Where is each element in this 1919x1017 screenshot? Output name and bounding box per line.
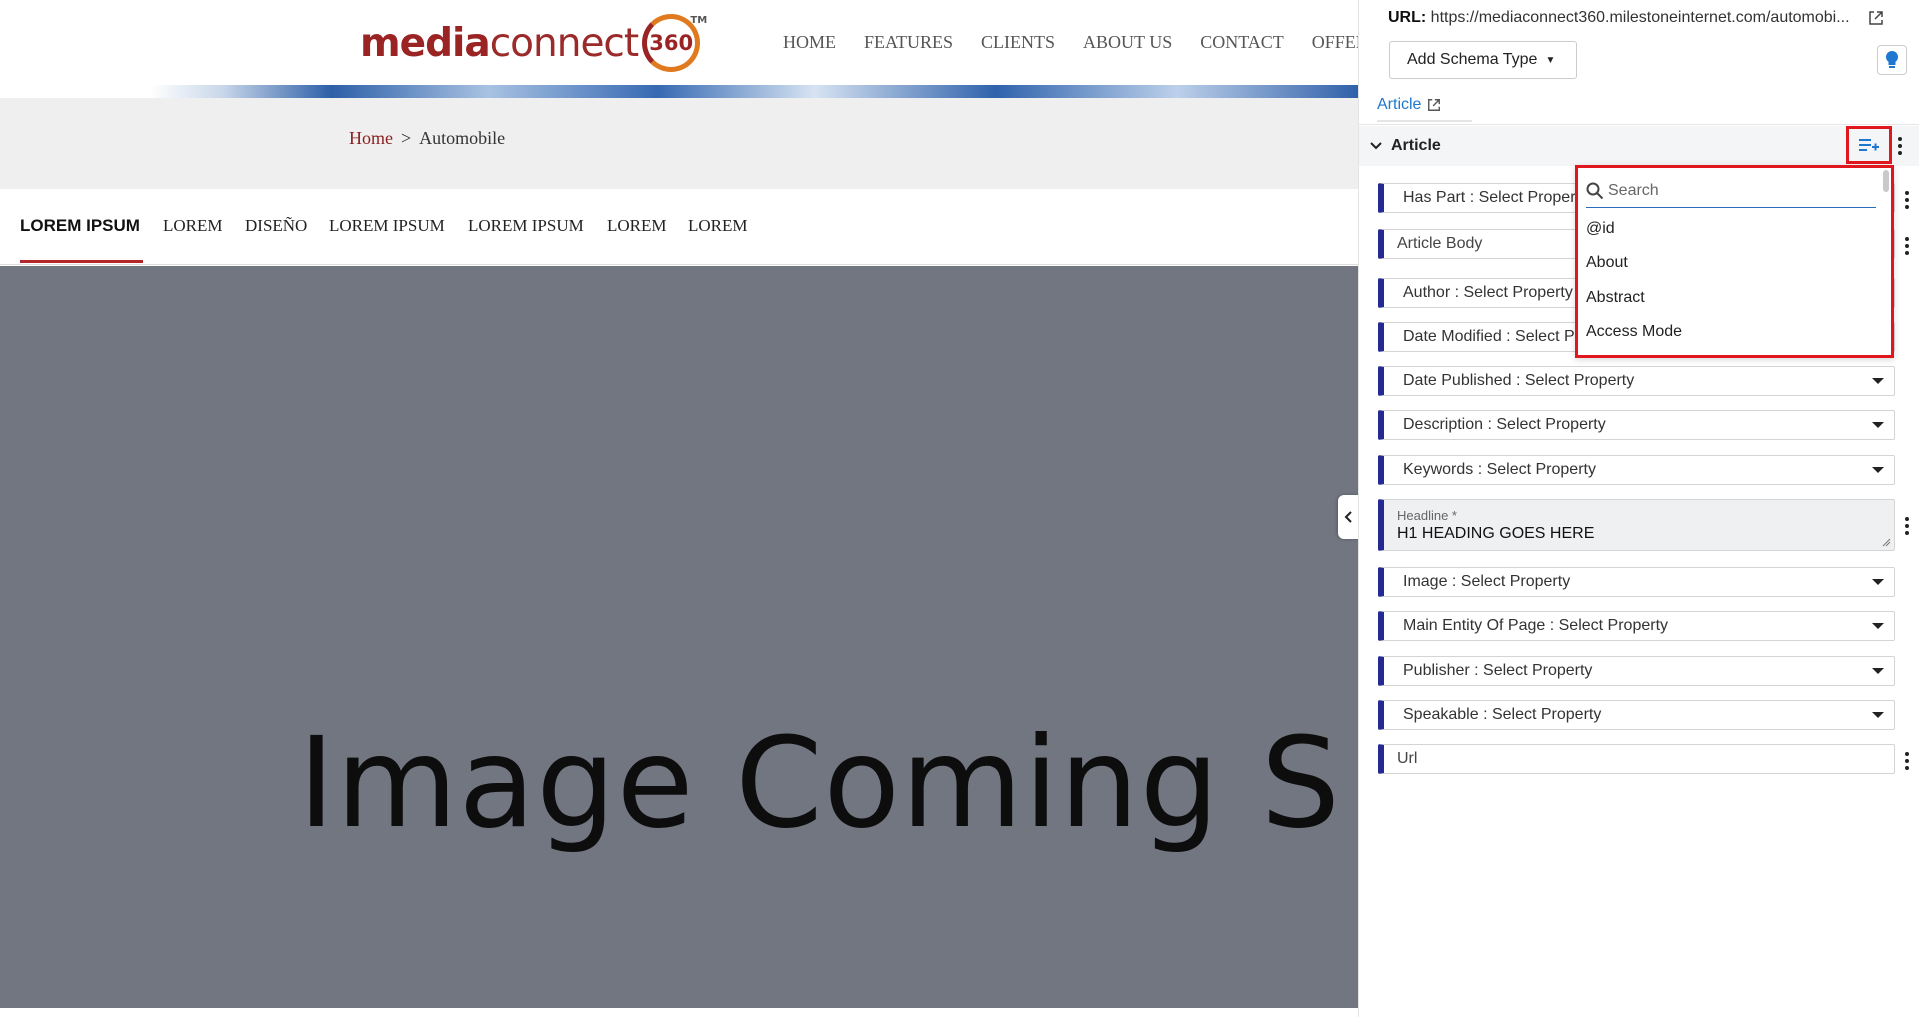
add-schema-type-button[interactable]: Add Schema Type ▼ — [1389, 41, 1577, 79]
article-section-header[interactable]: Article — [1359, 126, 1919, 166]
breadcrumb-bar: Home > Automobile — [0, 98, 1358, 189]
nav-contact[interactable]: CONTACT — [1200, 32, 1284, 53]
tab-divider — [1359, 124, 1919, 125]
add-property-button[interactable] — [1846, 126, 1892, 164]
field-label: Date Published : Select Property — [1403, 372, 1635, 389]
field-more-icon[interactable] — [1904, 517, 1910, 535]
playlist-add-icon — [1859, 139, 1879, 151]
logo-badge-text: 360 — [649, 31, 694, 55]
field-label: Author : Select Property — [1403, 284, 1573, 301]
breadcrumb-current: Automobile — [419, 128, 506, 148]
field-label: Publisher : Select Property — [1403, 662, 1593, 679]
field-speakable[interactable]: Speakable : Select Property — [1378, 700, 1895, 730]
field-main-entity-of-page[interactable]: Main Entity Of Page : Select Property — [1378, 611, 1895, 641]
lightbulb-icon — [1885, 50, 1899, 68]
field-label: Has Part : Select Property — [1403, 189, 1588, 206]
url-value: https://mediaconnect360.milestoneinterne… — [1430, 9, 1850, 26]
dropdown-arrow-icon — [1872, 712, 1884, 718]
search-icon — [1586, 182, 1604, 199]
nav-about-us[interactable]: ABOUT US — [1083, 32, 1172, 53]
field-label: Image : Select Property — [1403, 573, 1571, 590]
property-search-input[interactable] — [1608, 181, 1868, 200]
logo-trademark: TM — [690, 15, 708, 26]
tab-diseno[interactable]: DISEÑO — [245, 216, 307, 236]
caret-down-icon: ▼ — [1545, 54, 1556, 66]
headline-label: Headline * — [1397, 507, 1457, 523]
tab-lorem-3[interactable]: LOREM — [688, 216, 748, 236]
property-option-abstract[interactable]: Abstract — [1586, 289, 1645, 307]
breadcrumb: Home > Automobile — [349, 128, 505, 149]
field-publisher[interactable]: Publisher : Select Property — [1378, 656, 1895, 686]
property-option-access-mode[interactable]: Access Mode — [1586, 323, 1682, 341]
dropdown-scrollbar[interactable] — [1883, 170, 1889, 192]
field-label: Speakable : Select Property — [1403, 706, 1602, 723]
breadcrumb-separator: > — [401, 128, 412, 148]
field-label: Main Entity Of Page : Select Property — [1403, 617, 1669, 634]
field-label: Keywords : Select Property — [1403, 461, 1596, 478]
breadcrumb-home[interactable]: Home — [349, 128, 393, 149]
logo-word-connect: connect — [489, 20, 639, 66]
tab-lorem-ipsum-3[interactable]: LOREM IPSUM — [468, 216, 584, 236]
site-header: media connect 360 TM HOME FEATURES CLIEN… — [0, 0, 1358, 98]
property-option-about[interactable]: About — [1586, 254, 1628, 272]
tab-lorem-2[interactable]: LOREM — [607, 216, 667, 236]
field-more-icon[interactable] — [1904, 191, 1910, 209]
field-more-icon[interactable] — [1904, 237, 1910, 255]
section-more-icon[interactable] — [1897, 137, 1903, 155]
schema-panel: URL: https://mediaconnect360.milestonein… — [1358, 0, 1919, 1017]
external-link-icon — [1428, 99, 1441, 111]
field-date-published[interactable]: Date Published : Select Property — [1378, 366, 1895, 396]
site-logo[interactable]: media connect 360 TM — [360, 12, 707, 74]
active-tab-underline — [20, 260, 143, 263]
dropdown-arrow-icon — [1872, 422, 1884, 428]
dropdown-arrow-icon — [1872, 378, 1884, 384]
field-image[interactable]: Image : Select Property — [1378, 567, 1895, 597]
tab-lorem-ipsum-2[interactable]: LOREM IPSUM — [329, 216, 445, 236]
field-more-icon[interactable] — [1904, 752, 1910, 770]
resize-handle-icon[interactable] — [1881, 537, 1891, 547]
tab-article-label: Article — [1377, 96, 1422, 113]
property-option-id[interactable]: @id — [1586, 220, 1615, 238]
field-url[interactable]: Url — [1378, 744, 1895, 774]
field-headline[interactable]: Headline * H1 HEADING GOES HERE — [1378, 499, 1895, 551]
logo-badge: 360 TM — [642, 14, 707, 72]
add-schema-type-label: Add Schema Type — [1407, 51, 1538, 68]
banner-strip — [150, 85, 1358, 98]
nav-home[interactable]: HOME — [783, 32, 836, 53]
page-url: URL: https://mediaconnect360.milestonein… — [1388, 9, 1850, 27]
field-label: Description : Select Property — [1403, 416, 1606, 433]
tab-lorem-ipsum-1[interactable]: LOREM IPSUM — [20, 216, 140, 236]
dropdown-arrow-icon — [1872, 668, 1884, 674]
field-description[interactable]: Description : Select Property — [1378, 410, 1895, 440]
hero-placeholder-text: Image Coming S — [298, 711, 1342, 856]
dropdown-arrow-icon — [1872, 623, 1884, 629]
tab-article[interactable]: Article — [1377, 96, 1472, 122]
property-dropdown: @id About Abstract Access Mode — [1575, 165, 1894, 358]
external-link-icon[interactable] — [1868, 10, 1884, 26]
nav-features[interactable]: FEATURES — [864, 32, 953, 53]
section-title: Article — [1391, 137, 1441, 154]
dropdown-arrow-icon — [1872, 579, 1884, 585]
logo-word-media: media — [360, 20, 491, 66]
main-nav: HOME FEATURES CLIENTS ABOUT US CONTACT O… — [783, 32, 1358, 53]
hint-button[interactable] — [1877, 45, 1907, 75]
website-preview: media connect 360 TM HOME FEATURES CLIEN… — [0, 0, 1358, 1017]
category-tabs: LOREM IPSUM LOREM DISEÑO LOREM IPSUM LOR… — [0, 189, 1358, 265]
nav-offer[interactable]: OFFER — [1312, 32, 1358, 53]
tab-lorem-1[interactable]: LOREM — [163, 216, 223, 236]
nav-clients[interactable]: CLIENTS — [981, 32, 1055, 53]
collapse-panel-button[interactable] — [1338, 495, 1360, 539]
field-label: Article Body — [1397, 235, 1483, 252]
property-search — [1586, 174, 1876, 208]
chevron-down-icon — [1370, 142, 1382, 150]
dropdown-arrow-icon — [1872, 467, 1884, 473]
field-keywords[interactable]: Keywords : Select Property — [1378, 455, 1895, 485]
hero-image-placeholder: Image Coming S — [0, 266, 1358, 1008]
chevron-left-icon — [1344, 511, 1352, 523]
headline-value: H1 HEADING GOES HERE — [1397, 524, 1595, 542]
field-label: Url — [1397, 750, 1418, 767]
url-label: URL: — [1388, 9, 1427, 26]
